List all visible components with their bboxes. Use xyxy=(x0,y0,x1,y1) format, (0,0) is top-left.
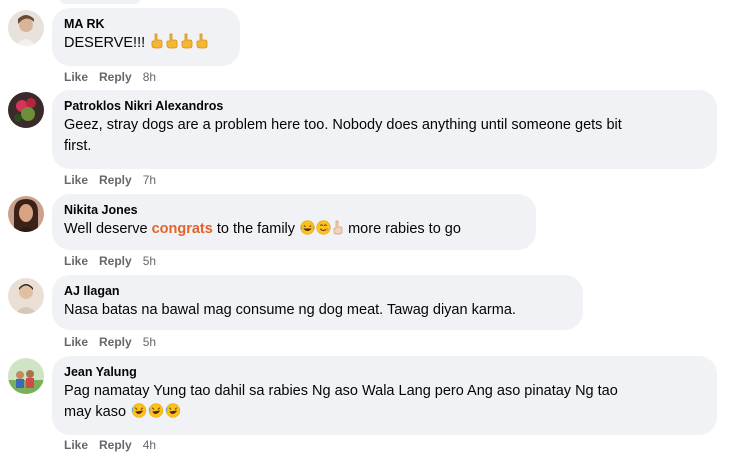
comment-bubble: MA RK DESERVE!!! xyxy=(52,8,240,66)
like-button[interactable]: Like xyxy=(64,335,88,349)
comment-bubble: Jean Yalung Pag namatay Yung tao dahil s… xyxy=(52,356,717,435)
comment-text: DESERVE!!! xyxy=(64,33,228,56)
like-button[interactable]: Like xyxy=(64,438,88,452)
comment-bubble: Nikita Jones Well deserve congrats to th… xyxy=(52,194,536,250)
avatar[interactable] xyxy=(8,358,44,394)
comment-actions: Like Reply 5h xyxy=(64,335,167,349)
comment-author[interactable]: Nikita Jones xyxy=(64,202,524,218)
comment-text-end: more rabies to go xyxy=(348,221,461,237)
reply-button[interactable]: Reply xyxy=(99,335,132,349)
reply-button[interactable]: Reply xyxy=(99,438,132,452)
pointing-hand-icon xyxy=(195,33,209,56)
timestamp[interactable]: 5h xyxy=(143,254,156,268)
comment-actions: Like Reply 8h xyxy=(64,70,167,84)
comment-text: Well deserve congrats to the family more… xyxy=(64,219,524,242)
comment-text-line: Pag namatay Yung tao dahil sa rabies Ng … xyxy=(64,383,618,399)
comment-actions: Like Reply 4h xyxy=(64,438,167,452)
timestamp[interactable]: 4h xyxy=(143,438,156,452)
hand-icon xyxy=(332,219,344,242)
pointing-hand-icon xyxy=(180,33,194,56)
comment-text-mid: to the family xyxy=(216,221,296,237)
comment-text-line2: may kaso xyxy=(64,402,705,425)
laughing-face-icon xyxy=(300,220,315,242)
comment-bubble: AJ Ilagan Nasa batas na bawal mag consum… xyxy=(52,275,583,330)
timestamp[interactable]: 5h xyxy=(143,335,156,349)
comment-text-line: first. xyxy=(64,138,92,154)
comment-text-start: Well deserve xyxy=(64,221,148,237)
avatar[interactable] xyxy=(8,92,44,128)
avatar[interactable] xyxy=(8,10,44,46)
comment-author[interactable]: Jean Yalung xyxy=(64,364,705,380)
comment-text-line: Geez, stray dogs are a problem here too.… xyxy=(64,117,622,133)
timestamp[interactable]: 8h xyxy=(143,70,156,84)
pointing-hand-icon xyxy=(150,33,164,56)
pointing-hand-icon xyxy=(165,33,179,56)
comment-actions: Like Reply 7h xyxy=(64,173,167,187)
rofl-face-icon xyxy=(131,403,147,425)
rofl-face-icon xyxy=(165,403,181,425)
comment-text-end: may kaso xyxy=(64,404,127,420)
reply-button[interactable]: Reply xyxy=(99,70,132,84)
comment-author[interactable]: MA RK xyxy=(64,16,228,32)
rofl-face-icon xyxy=(148,403,164,425)
like-button[interactable]: Like xyxy=(64,70,88,84)
comment-text-body: DESERVE!!! xyxy=(64,35,146,51)
reply-button[interactable]: Reply xyxy=(99,254,132,268)
like-button[interactable]: Like xyxy=(64,254,88,268)
comment-author[interactable]: Patroklos Nikri Alexandros xyxy=(64,98,705,114)
avatar[interactable] xyxy=(8,196,44,232)
like-button[interactable]: Like xyxy=(64,173,88,187)
timestamp[interactable]: 7h xyxy=(143,173,156,187)
previous-comment-bubble-edge xyxy=(60,0,140,4)
comment-text: Nasa batas na bawal mag consume ng dog m… xyxy=(64,302,516,318)
grinning-face-icon xyxy=(316,220,331,242)
comment-author[interactable]: AJ Ilagan xyxy=(64,283,571,299)
comment-bubble: Patroklos Nikri Alexandros Geez, stray d… xyxy=(52,90,717,169)
congrats-highlight: congrats xyxy=(151,221,213,237)
comment-actions: Like Reply 5h xyxy=(64,254,167,268)
avatar[interactable] xyxy=(8,278,44,314)
reply-button[interactable]: Reply xyxy=(99,173,132,187)
